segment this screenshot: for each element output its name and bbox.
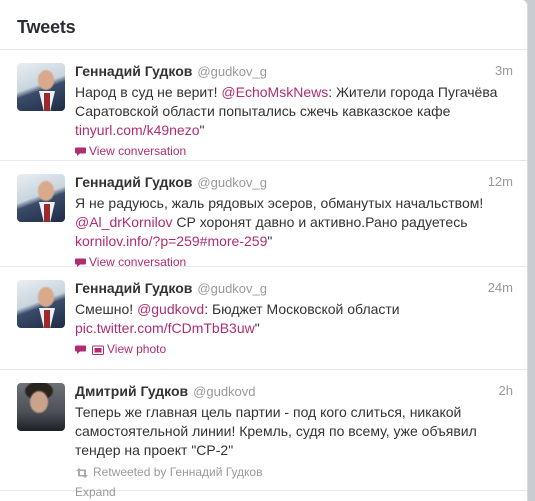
- timestamp[interactable]: 3m: [495, 63, 513, 79]
- tweets-timeline: Tweets Геннадий Гудков @gudkov_g 3m Народ…: [0, 0, 528, 501]
- retweet-icon: [76, 467, 88, 478]
- action-label[interactable]: View photo: [107, 341, 166, 358]
- speech-bubble-icon: [75, 258, 86, 267]
- timestamp[interactable]: 12m: [488, 174, 513, 190]
- tweet-text: Народ в суд не верит! @EchoMskNews: Жите…: [75, 83, 513, 140]
- tweet-text-part: ": [199, 122, 205, 138]
- user-name[interactable]: Дмитрий Гудков: [75, 383, 188, 399]
- tweet-text-part: ": [267, 233, 273, 249]
- speech-bubble-icon: [75, 147, 86, 156]
- tweet-text-part: СР хоронят давно и активно.Рано радуетес…: [172, 214, 468, 230]
- mention-link[interactable]: @gudkovd: [137, 301, 204, 317]
- timestamp[interactable]: 2h: [499, 383, 513, 399]
- avatar[interactable]: [17, 63, 65, 111]
- url-link[interactable]: pic.twitter.com/fCDmTbB3uw: [75, 320, 255, 336]
- tweet-item[interactable]: Геннадий Гудков @gudkov_g 12m Я не радуюс…: [0, 161, 527, 269]
- url-link[interactable]: tinyurl.com/k49nezo: [75, 122, 200, 138]
- tweet-text-part: Я не радуюсь, жаль рядовых эсеров, обман…: [75, 195, 484, 211]
- user-handle[interactable]: @gudkov_g: [197, 175, 267, 190]
- action-label[interactable]: View conversation: [89, 143, 186, 160]
- timeline-header: Tweets: [0, 0, 527, 50]
- user-handle[interactable]: @gudkovd: [193, 384, 255, 399]
- user-handle[interactable]: @gudkov_g: [197, 281, 267, 296]
- tweet-item[interactable]: Дмитрий Гудков @gudkovd 2h Теперь же глав…: [0, 370, 527, 499]
- view-conversation-link[interactable]: View conversation: [75, 143, 513, 160]
- avatar[interactable]: [17, 280, 65, 328]
- tweet-text: Теперь же главная цель партии - под кого…: [75, 404, 477, 458]
- tweet-text-part: ": [254, 320, 260, 336]
- avatar[interactable]: [17, 174, 65, 222]
- user-name[interactable]: Геннадий Гудков: [75, 63, 192, 79]
- user-name[interactable]: Геннадий Гудков: [75, 280, 192, 296]
- expand-link[interactable]: Expand: [75, 484, 513, 501]
- tweet-text-part: Народ в суд не верит!: [75, 84, 222, 100]
- user-handle[interactable]: @gudkov_g: [197, 64, 267, 79]
- tweet-text: Смешно! @gudkovd: Бюджет Московской обла…: [75, 300, 513, 338]
- speech-bubble-icon: [75, 345, 86, 354]
- mention-link[interactable]: @EchoMskNews: [221, 84, 328, 100]
- user-name[interactable]: Геннадий Гудков: [75, 174, 192, 190]
- avatar[interactable]: [17, 383, 65, 431]
- view-photo-link[interactable]: View photo: [75, 341, 513, 358]
- timestamp[interactable]: 24m: [488, 280, 513, 296]
- retweeted-by-label[interactable]: Retweeted by Геннадий Гудков: [93, 464, 262, 481]
- photo-icon: [92, 345, 104, 355]
- url-link[interactable]: kornilov.info/?p=259#more-259: [75, 233, 267, 249]
- tweet-text-part: Смешно!: [75, 301, 138, 317]
- retweet-indicator[interactable]: Retweeted by Геннадий Гудков: [75, 464, 513, 481]
- tweet-text-part: : Бюджет Московской области: [204, 301, 400, 317]
- page-title: Tweets: [17, 17, 76, 37]
- mention-link[interactable]: @Al_drKornilov: [75, 214, 172, 230]
- tweet-text: Я не радуюсь, жаль рядовых эсеров, обман…: [75, 194, 513, 251]
- tweet-item[interactable]: Геннадий Гудков @gudkov_g 24m Смешно! @gu…: [0, 267, 527, 370]
- tweet-item[interactable]: Геннадий Гудков @gudkov_g 3m Народ в суд …: [0, 50, 527, 161]
